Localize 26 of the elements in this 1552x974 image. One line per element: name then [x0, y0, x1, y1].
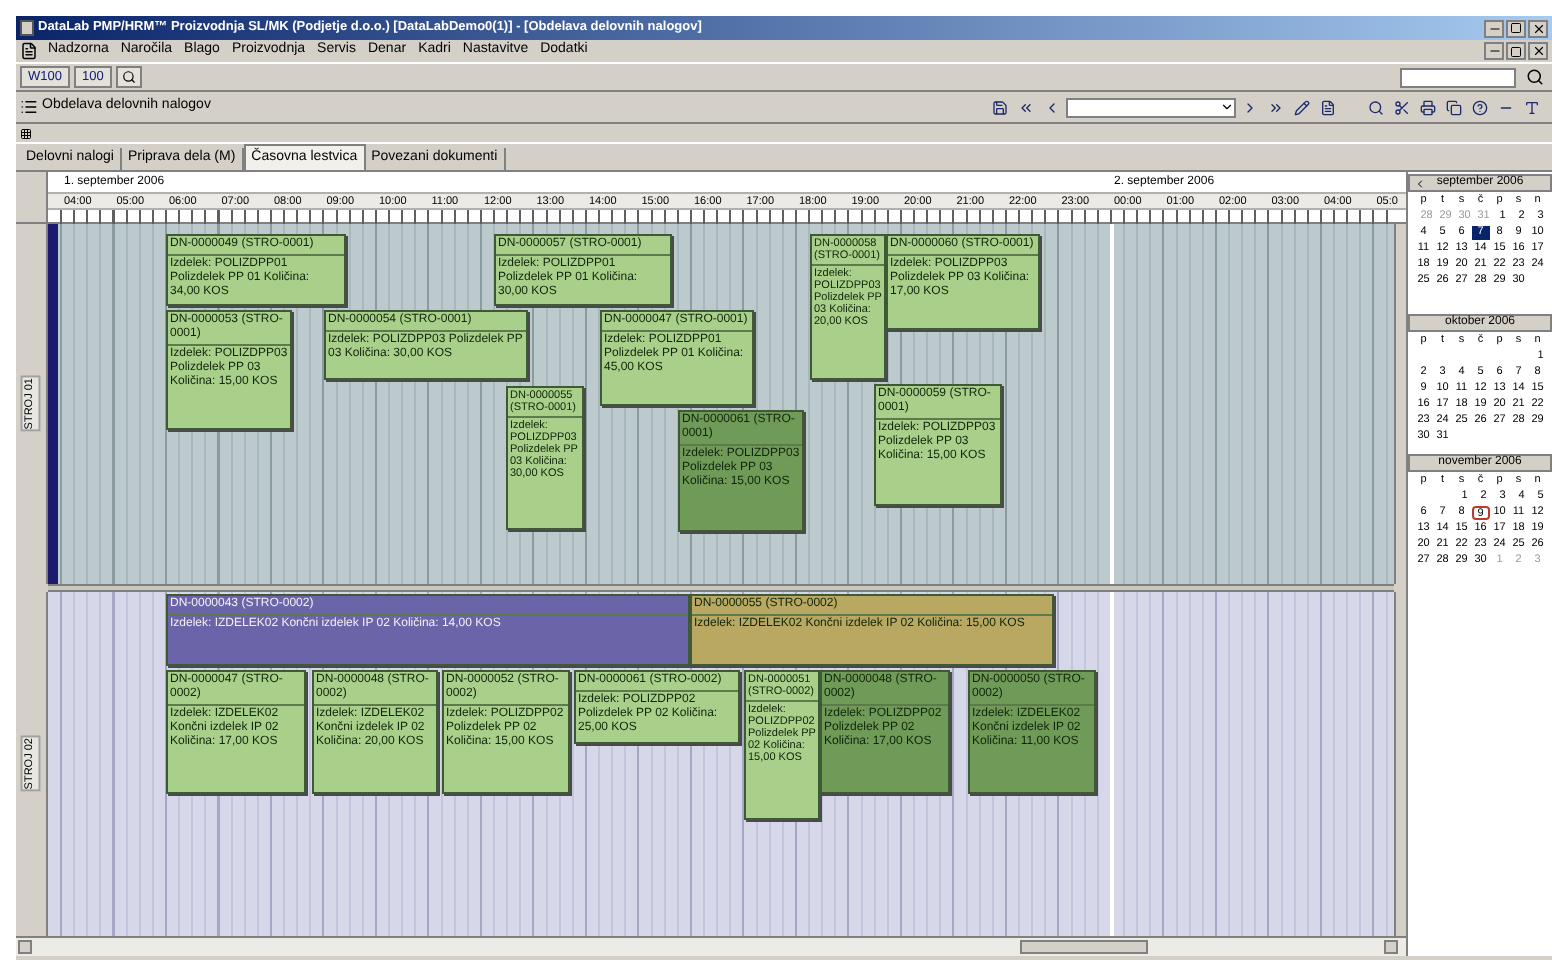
print-preview-icon[interactable]	[1364, 96, 1388, 118]
scroll-right-icon[interactable]	[1384, 940, 1398, 954]
list-icon	[20, 98, 38, 116]
minimize-icon[interactable]	[1484, 42, 1504, 60]
print-icon[interactable]	[1416, 96, 1440, 118]
document-icon	[20, 42, 38, 60]
app-icon	[20, 20, 34, 36]
help-icon[interactable]	[1468, 96, 1492, 118]
edit-icon[interactable]	[1290, 96, 1314, 118]
record-combobox[interactable]	[1066, 97, 1236, 117]
new-document-icon[interactable]	[1316, 96, 1340, 118]
scroll-thumb[interactable]	[1020, 940, 1148, 954]
lane-area[interactable]	[48, 224, 1394, 584]
lane-area[interactable]	[48, 592, 1394, 936]
close-icon[interactable]	[1528, 19, 1548, 37]
save-icon[interactable]	[988, 96, 1012, 118]
font-icon[interactable]	[1520, 96, 1544, 118]
scroll-left-icon[interactable]	[18, 940, 32, 954]
copy-icon[interactable]	[1442, 96, 1466, 118]
close-icon[interactable]	[1528, 42, 1548, 60]
minimize-icon[interactable]	[1484, 19, 1504, 37]
scissors-icon[interactable]	[1390, 96, 1414, 118]
previous-month-icon[interactable]	[1414, 177, 1426, 189]
grid-icon[interactable]	[20, 127, 32, 139]
search-field[interactable]	[1400, 67, 1516, 87]
horizontal-scrollbar[interactable]	[16, 936, 1406, 956]
